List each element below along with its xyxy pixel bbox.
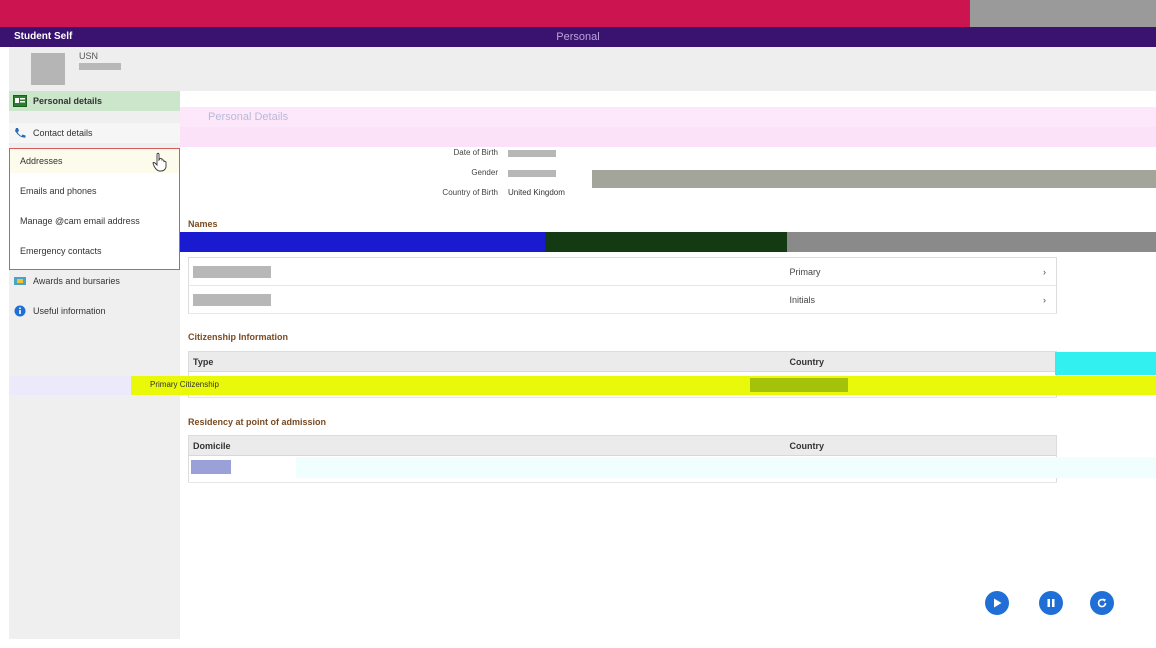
gender-row-overlay <box>592 170 1156 188</box>
submenu-item-manage-cam-email[interactable]: Manage @cam email address <box>10 209 179 233</box>
usn-label: USN <box>79 51 99 61</box>
submenu-item-emergency-contacts[interactable]: Emergency contacts <box>10 239 179 263</box>
names-table-header <box>180 232 1156 252</box>
contact-submenu: Addresses Emails and phones Manage @cam … <box>9 148 180 270</box>
submenu-item-addresses[interactable]: Addresses <box>10 149 179 173</box>
table-row[interactable]: Primary › <box>188 257 1057 286</box>
phone-icon <box>15 128 26 138</box>
table-row[interactable]: Initials › <box>188 285 1057 314</box>
info-icon <box>14 305 26 317</box>
submenu-item-label: Manage @cam email address <box>20 216 140 226</box>
submenu-item-label: Emergency contacts <box>20 246 102 256</box>
citizenship-row[interactable]: Primary Citizenship <box>9 376 1156 395</box>
usn-value-redacted <box>79 63 121 70</box>
col-header-country: Country <box>785 351 1057 372</box>
names-heading: Names <box>188 219 218 229</box>
sidebar-item-label: Contact details <box>33 128 93 138</box>
user-bar: USN <box>9 47 1156 91</box>
citizenship-row-margin <box>9 376 131 395</box>
page-title: Personal <box>556 31 600 43</box>
title-bar: Student Self Personal <box>0 27 1156 47</box>
pause-button[interactable] <box>1039 591 1063 615</box>
citizenship-heading: Citizenship Information <box>188 332 288 342</box>
names-table: Primary › Initials › <box>188 257 1057 314</box>
sidebar-item-useful-information[interactable]: Useful information <box>9 301 180 321</box>
col-header-country: Country <box>785 435 1057 456</box>
dob-label: Date of Birth <box>453 148 498 157</box>
section-title-personal-details: Personal Details <box>180 107 1156 127</box>
sidebar-item-contact-details[interactable]: Contact details <box>9 123 180 143</box>
name-type-cell: Initials <box>785 285 1017 314</box>
name-value-redacted <box>193 265 271 278</box>
cob-label: Country of Birth <box>442 188 498 197</box>
sidebar-item-label: Personal details <box>33 96 103 106</box>
play-button[interactable] <box>985 591 1009 615</box>
play-icon <box>994 598 1002 608</box>
id-card-icon <box>13 95 27 107</box>
gender-value-redacted <box>508 170 556 177</box>
submenu-item-emails-phones[interactable]: Emails and phones <box>10 179 179 203</box>
pause-icon <box>1047 599 1055 607</box>
name-value-redacted <box>193 293 271 306</box>
sidebar-item-personal-details[interactable]: Personal details <box>9 91 180 111</box>
submenu-item-label: Addresses <box>20 156 63 166</box>
citizenship-type: Primary Citizenship <box>150 380 219 389</box>
sidebar-item-awards[interactable]: Awards and bursaries <box>9 271 180 291</box>
refresh-button[interactable] <box>1090 591 1114 615</box>
dob-value-redacted <box>508 150 556 157</box>
avatar <box>31 53 65 85</box>
name-cell <box>188 285 786 314</box>
top-banner-end <box>970 0 1156 27</box>
sidebar-item-label: Useful information <box>33 306 106 316</box>
awards-icon <box>14 277 26 285</box>
refresh-icon <box>1097 598 1107 608</box>
personal-details-band <box>180 127 1156 147</box>
residency-row-overlay <box>296 457 1156 478</box>
submenu-item-label: Emails and phones <box>20 186 97 196</box>
names-header-segment <box>787 232 1156 252</box>
chevron-right-icon[interactable]: › <box>1016 257 1057 286</box>
names-header-segment <box>545 232 787 252</box>
name-type-cell: Primary <box>785 257 1017 286</box>
top-banner <box>0 0 1156 27</box>
sidebar: Personal details Contact details Address… <box>9 91 180 639</box>
residency-heading: Residency at point of admission <box>188 417 327 427</box>
gender-label: Gender <box>471 168 498 177</box>
domicile-value-redacted <box>191 460 231 474</box>
chevron-right-icon[interactable]: › <box>1016 285 1057 314</box>
citizenship-country-redacted <box>750 378 848 392</box>
name-cell <box>188 257 786 286</box>
sidebar-item-label: Awards and bursaries <box>33 276 120 286</box>
cob-value: United Kingdom <box>508 188 565 197</box>
citizenship-header-overlay <box>1055 352 1156 375</box>
hand-pointer-icon <box>152 152 167 172</box>
col-header-domicile: Domicile <box>188 435 786 456</box>
col-header-type: Type <box>188 351 786 372</box>
